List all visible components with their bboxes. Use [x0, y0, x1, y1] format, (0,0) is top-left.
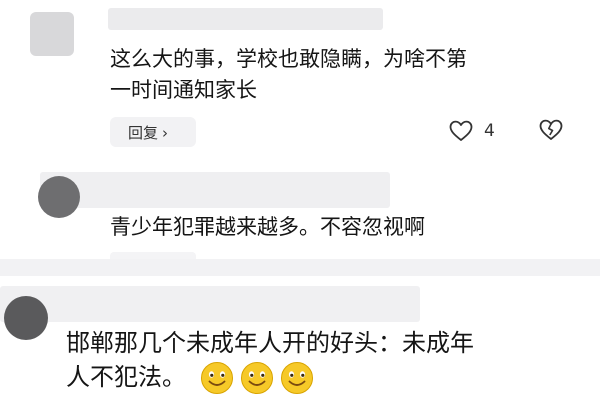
- username-blurred[interactable]: [40, 172, 390, 208]
- username-blurred[interactable]: [0, 286, 420, 322]
- smiling-face-icon: [280, 362, 313, 394]
- comment-text-segment: 人不犯法。: [66, 363, 186, 391]
- smiling-face-icon: [200, 362, 233, 394]
- avatar-blurred[interactable]: [30, 12, 74, 56]
- comment-text-line: 邯郸那几个未成年人开的好头：未成年: [66, 329, 474, 357]
- broken-heart-icon: [539, 119, 563, 140]
- comment-item-1: 这么大的事，学校也敢隐瞒，为啥不第 一时间通知家长 回复 › 4: [0, 0, 600, 168]
- smiling-face-icon: [240, 362, 273, 394]
- emoji-group: [200, 361, 314, 395]
- like-count: 4: [484, 121, 495, 141]
- comment-text: 这么大的事，学校也敢隐瞒，为啥不第 一时间通知家长: [110, 44, 467, 106]
- comment-item-3: 邯郸那几个未成年人开的好头：未成年 人不犯法。: [0, 276, 600, 400]
- like-button[interactable]: 4: [448, 118, 495, 144]
- dislike-button[interactable]: [538, 118, 564, 144]
- comment-item-2: 青少年犯罪越来越多。不容忽视啊: [0, 168, 600, 259]
- heart-outline-icon: [449, 120, 473, 141]
- comment-text-line: 青少年犯罪越来越多。不容忽视啊: [110, 215, 425, 239]
- avatar-blurred[interactable]: [4, 296, 48, 340]
- section-divider: [0, 259, 600, 276]
- avatar-blurred[interactable]: [38, 176, 80, 218]
- username-blurred[interactable]: [108, 8, 383, 30]
- comment-text-line: 一时间通知家长: [110, 78, 257, 102]
- comment-text: 邯郸那几个未成年人开的好头：未成年 人不犯法。: [66, 326, 474, 395]
- reply-button-cropped[interactable]: [110, 252, 196, 259]
- comment-text-line: 人不犯法。: [66, 360, 474, 395]
- comment-text: 青少年犯罪越来越多。不容忽视啊: [110, 212, 425, 243]
- reply-label: 回复: [128, 123, 159, 142]
- comment-text-line: 这么大的事，学校也敢隐瞒，为啥不第: [110, 47, 467, 71]
- reply-button[interactable]: 回复 ›: [110, 117, 196, 147]
- chevron-right-icon: ›: [162, 123, 169, 142]
